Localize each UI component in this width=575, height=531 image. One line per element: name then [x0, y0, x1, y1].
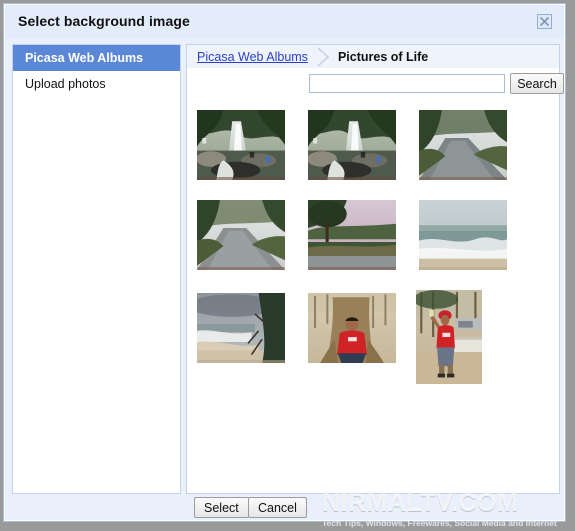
thumbnail-man-sitting-tree[interactable]: [308, 293, 396, 363]
close-icon[interactable]: [537, 14, 552, 29]
chevron-right-icon: [316, 46, 332, 67]
breadcrumb-current-album: Pictures of Life: [337, 49, 429, 64]
sidebar: Picasa Web Albums Upload photos: [12, 44, 181, 494]
thumbnail-waterfall-rocks-1[interactable]: [197, 110, 285, 180]
breadcrumb-link-picasa-web-albums[interactable]: Picasa Web Albums: [197, 50, 308, 64]
cancel-button[interactable]: Cancel: [248, 497, 307, 518]
thumbnail-grid: [187, 105, 559, 493]
sidebar-item-label: Upload photos: [25, 77, 106, 91]
select-background-image-dialog: Select background image Picasa Web Album…: [3, 3, 566, 528]
dialog-footer: Select Cancel: [186, 494, 560, 522]
thumbnail-waterfall-rocks-2[interactable]: [308, 110, 396, 180]
sidebar-item-picasa-web-albums[interactable]: Picasa Web Albums: [13, 45, 180, 71]
thumbnail-man-standing-beach[interactable]: [416, 290, 482, 384]
sidebar-item-upload-photos[interactable]: Upload photos: [13, 71, 180, 97]
thumbnail-beach-waves[interactable]: [419, 200, 507, 270]
thumbnail-stormy-beach[interactable]: [197, 293, 285, 363]
dialog-titlebar: Select background image: [5, 5, 564, 38]
content-panel: Picasa Web Albums Pictures of Life Searc…: [186, 44, 564, 494]
search-button[interactable]: Search: [510, 73, 564, 94]
dialog-title: Select background image: [18, 13, 190, 29]
select-button[interactable]: Select: [194, 497, 249, 518]
breadcrumb: Picasa Web Albums Pictures of Life: [187, 45, 559, 69]
sidebar-item-label: Picasa Web Albums: [25, 51, 144, 65]
search-input[interactable]: [309, 74, 505, 93]
thumbnail-hill-valley-view[interactable]: [308, 200, 396, 270]
thumbnail-mountain-road-1[interactable]: [419, 110, 507, 180]
search-row: Search: [187, 70, 564, 102]
thumbnail-mountain-road-2[interactable]: [197, 200, 285, 270]
